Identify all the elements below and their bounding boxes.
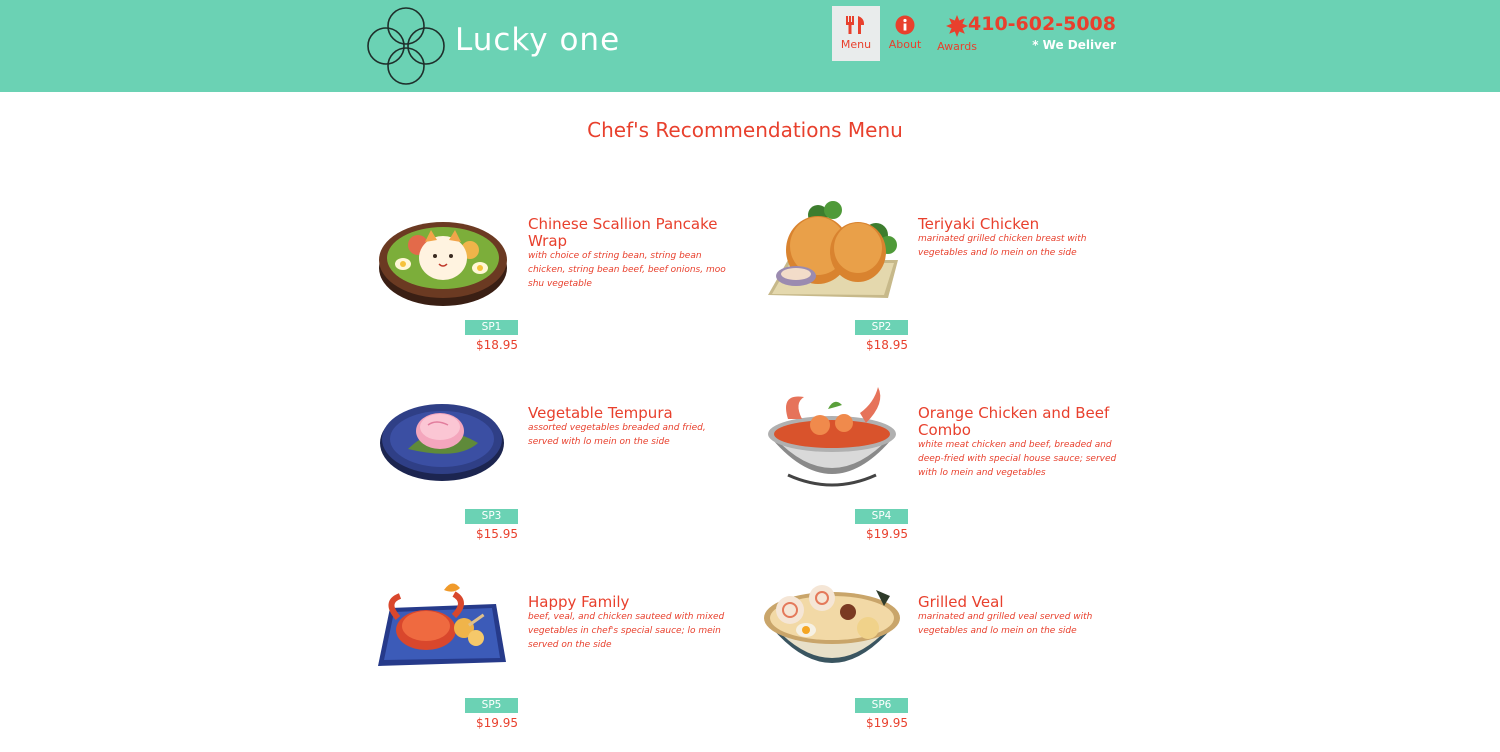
menu-item[interactable]: SP4 $19.95 Orange Chicken and Beef Combo… — [758, 379, 1128, 549]
menu-item[interactable]: SP1 $18.95 Chinese Scallion Pancake Wrap… — [368, 190, 738, 360]
item-description: assorted vegetables breaded and fried, s… — [528, 423, 706, 447]
phone-number[interactable]: 410-602-5008 — [968, 13, 1116, 35]
menu-item[interactable]: SP6 $19.95 Grilled Veal marinated and gr… — [758, 568, 1128, 738]
item-code-badge: SP1 — [465, 320, 518, 335]
item-name[interactable]: Chinese Scallion Pancake Wrap — [528, 216, 728, 250]
bento-box-dish-image — [368, 190, 518, 340]
nav-item-menu[interactable]: Menu — [832, 6, 880, 61]
site-header: Lucky one Menu About Awards 410-602-5008… — [0, 0, 1500, 92]
delivery-note: * We Deliver — [1032, 38, 1116, 52]
item-description: white meat chicken and beef, breaded and… — [918, 440, 1117, 478]
item-price: $19.95 — [866, 716, 908, 730]
item-description: marinated and grilled veal served with v… — [918, 612, 1093, 636]
rice-cake-plate-dish-image — [368, 379, 518, 529]
crab-platter-dish-image — [368, 568, 518, 718]
item-name[interactable]: Teriyaki Chicken — [918, 216, 1118, 233]
item-code-badge: SP3 — [465, 509, 518, 524]
info-icon — [895, 15, 915, 35]
menu-item[interactable]: SP2 $18.95 Teriyaki Chicken marinated gr… — [758, 190, 1128, 360]
item-code-badge: SP6 — [855, 698, 908, 713]
ramen-bowl-dish-image — [758, 568, 908, 718]
menu-item[interactable]: SP5 $19.95 Happy Family beef, veal, and … — [368, 568, 738, 738]
award-badge-icon — [946, 15, 968, 37]
item-price: $19.95 — [476, 716, 518, 730]
nav-label-awards: Awards — [937, 40, 977, 53]
brand-name[interactable]: Lucky one — [455, 22, 620, 58]
item-price: $18.95 — [476, 338, 518, 352]
item-code-badge: SP4 — [855, 509, 908, 524]
item-description: beef, veal, and chicken sauteed with mix… — [528, 612, 725, 650]
nav-label-about: About — [888, 38, 922, 51]
nav-item-about[interactable]: About — [882, 6, 928, 61]
item-price: $19.95 — [866, 527, 908, 541]
seafood-soup-bowl-dish-image — [758, 379, 908, 529]
item-description: marinated grilled chicken breast with ve… — [918, 234, 1087, 258]
item-description: with choice of string bean, string bean … — [528, 251, 726, 289]
page-title: Chef's Recommendations Menu — [587, 118, 903, 142]
item-name[interactable]: Vegetable Tempura — [528, 405, 728, 422]
fried-chicken-dish-image — [758, 190, 908, 340]
item-name[interactable]: Grilled Veal — [918, 594, 1118, 611]
fork-knife-icon — [846, 16, 864, 34]
menu-item[interactable]: SP3 $15.95 Vegetable Tempura assorted ve… — [368, 379, 738, 549]
item-name[interactable]: Orange Chicken and Beef Combo — [918, 405, 1118, 439]
item-price: $15.95 — [476, 527, 518, 541]
item-name[interactable]: Happy Family — [528, 594, 728, 611]
item-code-badge: SP5 — [465, 698, 518, 713]
item-code-badge: SP2 — [855, 320, 908, 335]
clover-logo-icon[interactable] — [366, 6, 446, 86]
nav-label-menu: Menu — [840, 38, 872, 51]
item-price: $18.95 — [866, 338, 908, 352]
